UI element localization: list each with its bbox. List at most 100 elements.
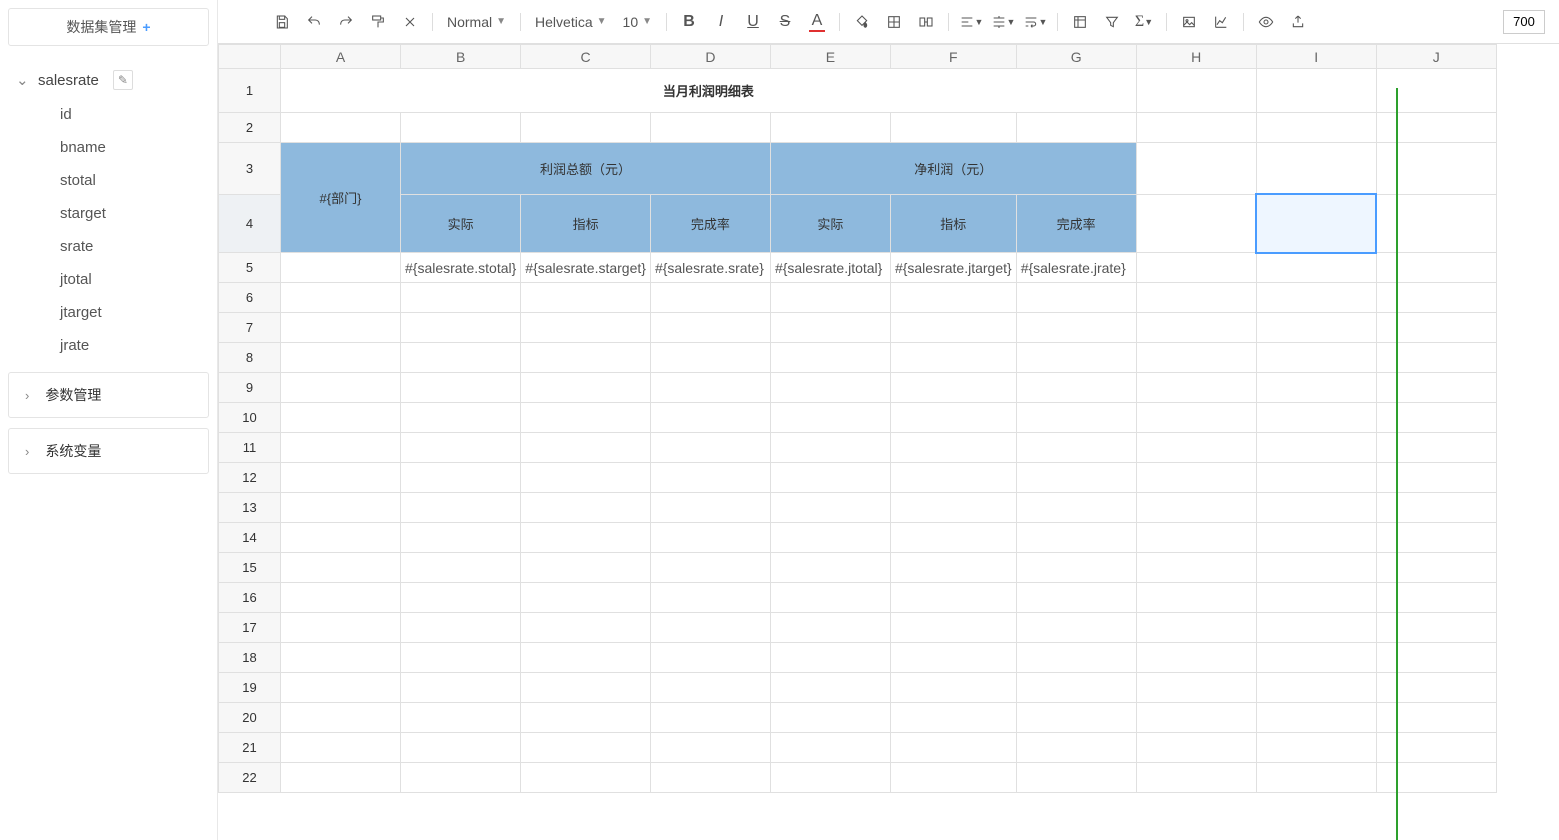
col-header-G[interactable]: G	[1016, 45, 1136, 69]
cell-B2[interactable]	[401, 113, 521, 143]
cell-A21[interactable]	[281, 733, 401, 763]
cell-E13[interactable]	[770, 493, 890, 523]
cell-B16[interactable]	[401, 583, 521, 613]
clear-format-icon[interactable]	[396, 8, 424, 36]
font-size-dropdown[interactable]: 10▼	[617, 14, 658, 30]
cell-I3[interactable]	[1256, 143, 1376, 195]
cell-C11[interactable]	[521, 433, 651, 463]
tree-field-stotal[interactable]: stotal	[12, 164, 209, 197]
cell-G20[interactable]	[1016, 703, 1136, 733]
col-header-J[interactable]: J	[1376, 45, 1496, 69]
cell-E16[interactable]	[770, 583, 890, 613]
row-header-11[interactable]: 11	[219, 433, 281, 463]
cell-H9[interactable]	[1136, 373, 1256, 403]
cell-H11[interactable]	[1136, 433, 1256, 463]
cell-A7[interactable]	[281, 313, 401, 343]
cell-G10[interactable]	[1016, 403, 1136, 433]
cell-H19[interactable]	[1136, 673, 1256, 703]
col-header-E[interactable]: E	[770, 45, 890, 69]
sub-header-3[interactable]: 实际	[770, 194, 890, 252]
row-header-2[interactable]: 2	[219, 113, 281, 143]
col-header-A[interactable]: A	[281, 45, 401, 69]
cell-J8[interactable]	[1376, 343, 1496, 373]
cell-F15[interactable]	[890, 553, 1016, 583]
cell-D10[interactable]	[650, 403, 770, 433]
strikethrough-icon[interactable]: S	[771, 8, 799, 36]
cell-B19[interactable]	[401, 673, 521, 703]
cell-B18[interactable]	[401, 643, 521, 673]
cell-G6[interactable]	[1016, 283, 1136, 313]
cell-F21[interactable]	[890, 733, 1016, 763]
cell-E8[interactable]	[770, 343, 890, 373]
cell-I16[interactable]	[1256, 583, 1376, 613]
cell-A17[interactable]	[281, 613, 401, 643]
font-family-dropdown[interactable]: Helvetica▼	[529, 14, 613, 30]
border-icon[interactable]	[880, 8, 908, 36]
row-header-1[interactable]: 1	[219, 69, 281, 113]
sub-header-4[interactable]: 指标	[890, 194, 1016, 252]
cell-C13[interactable]	[521, 493, 651, 523]
spreadsheet-area[interactable]: ABCDEFGHIJ1当月利润明细表23#{部门}利润总额（元）净利润（元）4实…	[218, 44, 1559, 840]
cell-F20[interactable]	[890, 703, 1016, 733]
cell-G15[interactable]	[1016, 553, 1136, 583]
cell-I15[interactable]	[1256, 553, 1376, 583]
cell-B9[interactable]	[401, 373, 521, 403]
cell-B6[interactable]	[401, 283, 521, 313]
cell-F22[interactable]	[890, 763, 1016, 793]
cell-A15[interactable]	[281, 553, 401, 583]
cell-J16[interactable]	[1376, 583, 1496, 613]
cell-H1[interactable]	[1136, 69, 1256, 113]
cell-C14[interactable]	[521, 523, 651, 553]
cell-H14[interactable]	[1136, 523, 1256, 553]
tree-field-jrate[interactable]: jrate	[12, 329, 209, 362]
cell-D5[interactable]: #{salesrate.srate}	[650, 253, 770, 283]
align-horizontal-icon[interactable]: ▼	[957, 8, 985, 36]
cell-B15[interactable]	[401, 553, 521, 583]
cell-F2[interactable]	[890, 113, 1016, 143]
cell-D11[interactable]	[650, 433, 770, 463]
cell-A9[interactable]	[281, 373, 401, 403]
cell-D14[interactable]	[650, 523, 770, 553]
cell-D12[interactable]	[650, 463, 770, 493]
cell-B17[interactable]	[401, 613, 521, 643]
cell-I8[interactable]	[1256, 343, 1376, 373]
row-header-9[interactable]: 9	[219, 373, 281, 403]
italic-icon[interactable]: I	[707, 8, 735, 36]
cell-J18[interactable]	[1376, 643, 1496, 673]
wrap-text-icon[interactable]: ▼	[1021, 8, 1049, 36]
cell-F18[interactable]	[890, 643, 1016, 673]
cell-A18[interactable]	[281, 643, 401, 673]
tree-field-jtotal[interactable]: jtotal	[12, 263, 209, 296]
cell-D13[interactable]	[650, 493, 770, 523]
cell-H21[interactable]	[1136, 733, 1256, 763]
cell-D18[interactable]	[650, 643, 770, 673]
cell-H4[interactable]	[1136, 194, 1256, 252]
cell-I11[interactable]	[1256, 433, 1376, 463]
cell-H8[interactable]	[1136, 343, 1256, 373]
col-header-B[interactable]: B	[401, 45, 521, 69]
cell-C9[interactable]	[521, 373, 651, 403]
row-header-15[interactable]: 15	[219, 553, 281, 583]
cell-I21[interactable]	[1256, 733, 1376, 763]
cell-J4[interactable]	[1376, 194, 1496, 252]
cell-H20[interactable]	[1136, 703, 1256, 733]
cell-A16[interactable]	[281, 583, 401, 613]
col-header-F[interactable]: F	[890, 45, 1016, 69]
cell-E17[interactable]	[770, 613, 890, 643]
row-header-6[interactable]: 6	[219, 283, 281, 313]
cell-A8[interactable]	[281, 343, 401, 373]
cell-C21[interactable]	[521, 733, 651, 763]
tree-field-jtarget[interactable]: jtarget	[12, 296, 209, 329]
cell-H3[interactable]	[1136, 143, 1256, 195]
row-header-5[interactable]: 5	[219, 253, 281, 283]
cell-F10[interactable]	[890, 403, 1016, 433]
cell-E11[interactable]	[770, 433, 890, 463]
cell-E14[interactable]	[770, 523, 890, 553]
select-all-corner[interactable]	[219, 45, 281, 69]
cell-J2[interactable]	[1376, 113, 1496, 143]
cell-D6[interactable]	[650, 283, 770, 313]
cell-G21[interactable]	[1016, 733, 1136, 763]
export-icon[interactable]	[1284, 8, 1312, 36]
cell-H5[interactable]	[1136, 253, 1256, 283]
row-header-18[interactable]: 18	[219, 643, 281, 673]
